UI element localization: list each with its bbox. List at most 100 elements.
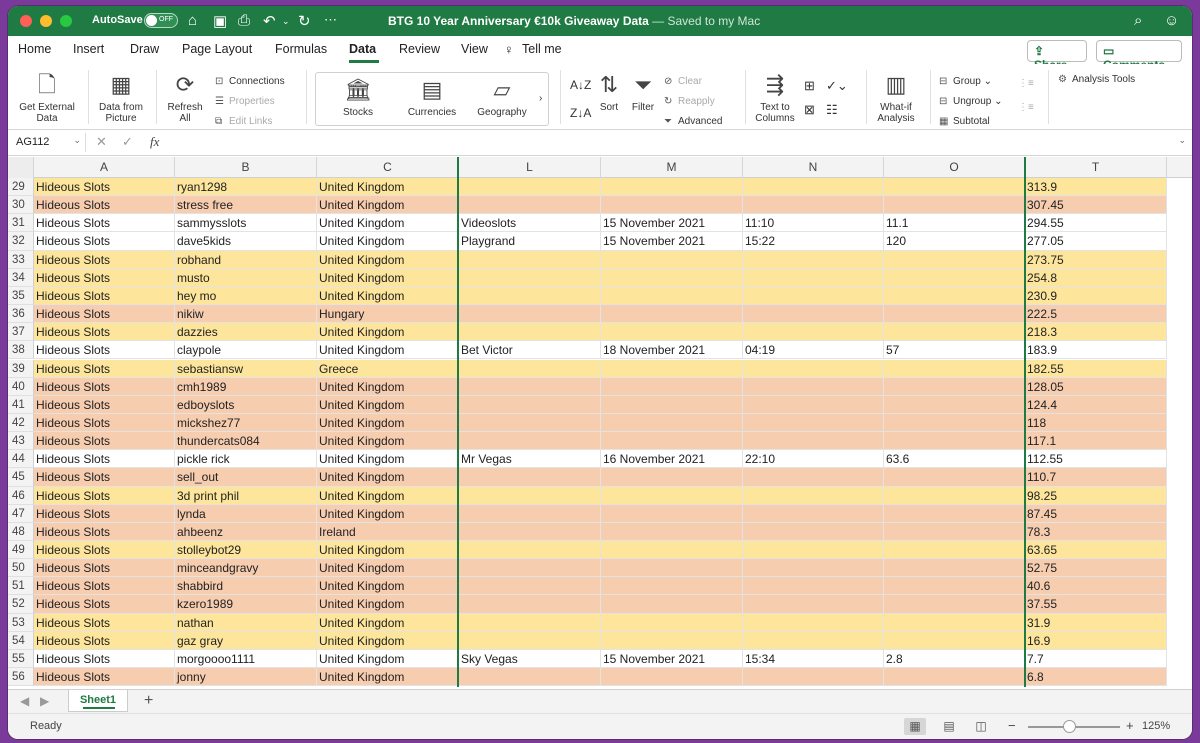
cell-c[interactable]: United Kingdom	[317, 450, 459, 469]
save-icon[interactable]: ▣	[213, 12, 227, 30]
cell-l[interactable]	[459, 522, 601, 541]
cell-n[interactable]	[743, 178, 884, 197]
cell-n[interactable]	[743, 541, 884, 560]
tell-me-search[interactable]: Tell me	[522, 42, 562, 56]
cell-n[interactable]	[743, 323, 884, 342]
cell-m[interactable]: 15 November 2021	[601, 649, 743, 669]
row-header[interactable]: 42	[8, 413, 34, 433]
cell-a[interactable]: Hideous Slots	[34, 323, 175, 342]
column-header-l[interactable]: L	[459, 157, 601, 178]
cell-b[interactable]: kzero1989	[175, 595, 317, 614]
cell-n[interactable]: 04:19	[743, 341, 884, 360]
cell-o[interactable]	[884, 631, 1025, 650]
cell-o[interactable]	[884, 595, 1025, 614]
row-header[interactable]: 39	[8, 359, 34, 378]
cell-a[interactable]: Hideous Slots	[34, 668, 175, 687]
cell-a[interactable]: Hideous Slots	[34, 341, 175, 360]
geography-button[interactable]: ▱ Geography	[474, 77, 530, 118]
page-layout-view-icon[interactable]: ▤	[938, 718, 960, 735]
cell-a[interactable]: Hideous Slots	[34, 486, 175, 505]
cell-l[interactable]	[459, 631, 601, 650]
zoom-window-button[interactable]	[60, 15, 72, 27]
sort-a-z-icon[interactable]: A↓Z	[570, 78, 591, 92]
group-button[interactable]: ⊟ Group ⌄	[939, 76, 992, 87]
cell-m[interactable]	[601, 377, 743, 396]
cell-t[interactable]: 31.9	[1025, 613, 1167, 632]
cell-b[interactable]: sammysslots	[175, 214, 317, 233]
text-to-columns-button[interactable]: ⇶ Text to Columns	[753, 72, 797, 124]
cell-n[interactable]	[743, 359, 884, 378]
cell-m[interactable]	[601, 323, 743, 342]
cell-n[interactable]	[743, 468, 884, 487]
cell-a[interactable]: Hideous Slots	[34, 268, 175, 287]
data-from-picture-button[interactable]: ▦ Data from Picture	[92, 72, 150, 124]
cell-n[interactable]	[743, 577, 884, 596]
cell-l[interactable]	[459, 668, 601, 687]
column-header-t[interactable]: T	[1025, 157, 1167, 178]
cell-m[interactable]	[601, 305, 743, 324]
show-detail-icon[interactable]: ⋮≡	[1018, 78, 1034, 89]
cell-m[interactable]	[601, 613, 743, 632]
cell-o[interactable]: 2.8	[884, 649, 1025, 669]
cell-t[interactable]: 117.1	[1025, 432, 1167, 451]
cell-m[interactable]	[601, 668, 743, 687]
cell-l[interactable]: Playgrand	[459, 232, 601, 251]
function-fx-icon[interactable]: fx	[150, 134, 159, 150]
row-header[interactable]: 51	[8, 577, 34, 596]
cell-a[interactable]: Hideous Slots	[34, 559, 175, 578]
cell-t[interactable]: 112.55	[1025, 450, 1167, 469]
cell-o[interactable]	[884, 395, 1025, 414]
row-header[interactable]: 37	[8, 323, 34, 342]
cell-b[interactable]: jonny	[175, 668, 317, 687]
cell-c[interactable]: Greece	[317, 359, 459, 378]
currencies-button[interactable]: ▤ Currencies	[404, 77, 460, 118]
column-header-m[interactable]: M	[601, 157, 743, 178]
cell-c[interactable]: United Kingdom	[317, 214, 459, 233]
cell-b[interactable]: nathan	[175, 613, 317, 632]
confirm-icon[interactable]: ✓	[122, 134, 133, 150]
chevron-down-icon[interactable]: ⌄	[73, 135, 81, 146]
cell-b[interactable]: sebastiansw	[175, 359, 317, 378]
tab-home[interactable]: Home	[18, 42, 51, 56]
cell-o[interactable]	[884, 377, 1025, 396]
cell-o[interactable]	[884, 504, 1025, 523]
cell-c[interactable]: United Kingdom	[317, 413, 459, 433]
filter-button[interactable]: ⏷ Filter	[628, 72, 658, 113]
gallery-more-icon[interactable]: ›	[539, 93, 542, 104]
row-header[interactable]: 33	[8, 250, 34, 269]
cell-b[interactable]: stress free	[175, 196, 317, 215]
zoom-level[interactable]: 125%	[1142, 720, 1170, 732]
cell-n[interactable]	[743, 268, 884, 287]
cell-o[interactable]	[884, 178, 1025, 197]
row-header[interactable]: 32	[8, 232, 34, 251]
cell-c[interactable]: United Kingdom	[317, 341, 459, 360]
remove-duplicates-icon[interactable]: ⊠	[804, 102, 815, 118]
row-header[interactable]: 46	[8, 486, 34, 505]
row-header[interactable]: 30	[8, 196, 34, 215]
cancel-icon[interactable]: ✕	[96, 134, 107, 150]
cell-c[interactable]: United Kingdom	[317, 323, 459, 342]
cell-m[interactable]	[601, 196, 743, 215]
share-button[interactable]: ⇪ Share	[1027, 40, 1087, 72]
cell-b[interactable]: stolleybot29	[175, 541, 317, 560]
cell-n[interactable]	[743, 305, 884, 324]
tab-formulas[interactable]: Formulas	[275, 42, 327, 56]
tab-data[interactable]: Data	[349, 42, 376, 56]
cell-m[interactable]	[601, 559, 743, 578]
row-header[interactable]: 44	[8, 450, 34, 469]
sort-button[interactable]: ⇅ Sort	[594, 72, 624, 113]
cell-t[interactable]: 277.05	[1025, 232, 1167, 251]
row-header[interactable]: 49	[8, 541, 34, 560]
cell-b[interactable]: pickle rick	[175, 450, 317, 469]
cell-c[interactable]: United Kingdom	[317, 486, 459, 505]
add-sheet-button[interactable]: +	[144, 692, 153, 710]
cell-n[interactable]	[743, 196, 884, 215]
tab-page-layout[interactable]: Page Layout	[182, 42, 252, 56]
cell-t[interactable]: 110.7	[1025, 468, 1167, 487]
cell-o[interactable]	[884, 305, 1025, 324]
tab-review[interactable]: Review	[399, 42, 440, 56]
autosave-toggle[interactable]: OFF	[144, 13, 178, 28]
clear-button[interactable]: ⊘ Clear	[664, 76, 702, 87]
cell-o[interactable]	[884, 323, 1025, 342]
cell-m[interactable]	[601, 250, 743, 269]
